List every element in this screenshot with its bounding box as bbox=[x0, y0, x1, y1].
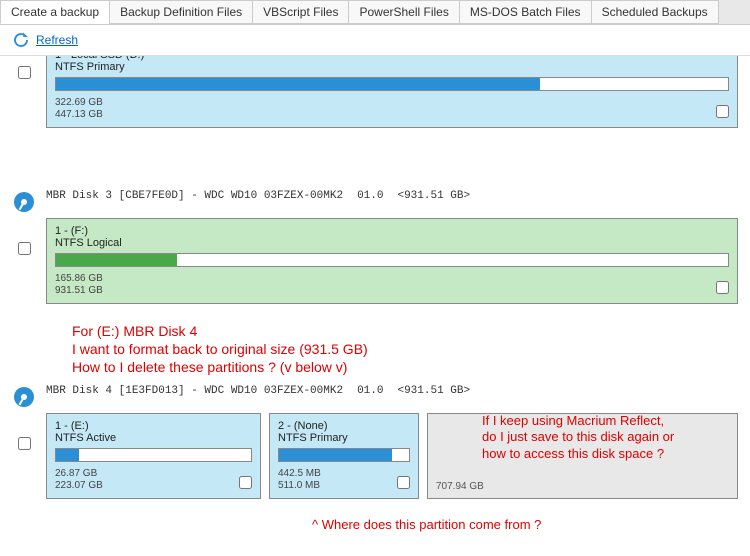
disk4-part1-checkbox[interactable] bbox=[239, 476, 252, 489]
disk4-partition-2[interactable]: 2 - (None) NTFS Primary 442.5 MB 511.0 M… bbox=[269, 413, 419, 499]
free-space-size: 707.94 GB bbox=[436, 481, 484, 492]
partition-label: 2 - (None) bbox=[278, 420, 410, 432]
tab-vbscript[interactable]: VBScript Files bbox=[252, 0, 349, 24]
disk3-part1-checkbox[interactable] bbox=[716, 281, 729, 294]
disk-panel-area: 1 - Local SSD (D:) NTFS Primary 322.69 G… bbox=[0, 56, 750, 556]
tab-scheduled[interactable]: Scheduled Backups bbox=[591, 0, 719, 24]
partition-fs: NTFS Logical bbox=[55, 237, 729, 249]
disk-block-2: 1 - Local SSD (D:) NTFS Primary 322.69 G… bbox=[12, 56, 738, 128]
partition-fs: NTFS Active bbox=[55, 432, 252, 444]
disk3-partition-1[interactable]: 1 - (F:) NTFS Logical 165.86 GB 931.51 G… bbox=[46, 218, 738, 304]
disk3-checkbox[interactable] bbox=[18, 242, 31, 255]
disk-block-3: MBR Disk 3 [CBE7FE0D] - WDC WD10 03FZEX-… bbox=[12, 186, 738, 304]
disk-block-4: MBR Disk 4 [1E3FD013] - WDC WD10 03FZEX-… bbox=[12, 381, 738, 499]
annotation-partition-question: ^ Where does this partition come from ? bbox=[312, 517, 738, 532]
disk3-title: MBR Disk 3 [CBE7FE0D] - WDC WD10 03FZEX-… bbox=[46, 190, 470, 202]
annotation-right-box: If I keep using Macrium Reflect, do I ju… bbox=[482, 413, 732, 464]
toolbar: Refresh bbox=[0, 25, 750, 56]
refresh-icon[interactable] bbox=[12, 31, 30, 49]
partition-sizes: 442.5 MB 511.0 MB bbox=[278, 468, 410, 492]
annotation-disk4-text: For (E:) MBR Disk 4 I want to format bac… bbox=[72, 322, 738, 377]
disk2-checkbox[interactable] bbox=[18, 66, 31, 79]
refresh-link[interactable]: Refresh bbox=[36, 33, 78, 47]
tab-msdos-batch[interactable]: MS-DOS Batch Files bbox=[459, 0, 592, 24]
disk4-checkbox[interactable] bbox=[18, 437, 31, 450]
partition-fs: NTFS Primary bbox=[55, 61, 729, 73]
tab-powershell[interactable]: PowerShell Files bbox=[348, 0, 459, 24]
disk2-partition-1[interactable]: 1 - Local SSD (D:) NTFS Primary 322.69 G… bbox=[46, 56, 738, 128]
usage-bar bbox=[55, 448, 252, 462]
tab-backup-definition[interactable]: Backup Definition Files bbox=[109, 0, 253, 24]
partition-sizes: 26.87 GB 223.07 GB bbox=[55, 468, 252, 492]
disk-icon bbox=[12, 190, 36, 214]
partition-label: 1 - (E:) bbox=[55, 420, 252, 432]
disk4-partition-1[interactable]: 1 - (E:) NTFS Active 26.87 GB 223.07 GB bbox=[46, 413, 261, 499]
partition-label: 1 - (F:) bbox=[55, 225, 729, 237]
disk4-title: MBR Disk 4 [1E3FD013] - WDC WD10 03FZEX-… bbox=[46, 385, 470, 397]
tab-bar: Create a backup Backup Definition Files … bbox=[0, 0, 750, 25]
partition-fs: NTFS Primary bbox=[278, 432, 410, 444]
usage-bar bbox=[278, 448, 410, 462]
disk-icon bbox=[12, 385, 36, 409]
partition-sizes: 165.86 GB 931.51 GB bbox=[55, 273, 729, 297]
usage-bar bbox=[55, 77, 729, 91]
usage-bar bbox=[55, 253, 729, 267]
tab-create-backup[interactable]: Create a backup bbox=[0, 0, 110, 24]
partition-sizes: 322.69 GB 447.13 GB bbox=[55, 97, 729, 121]
disk2-part1-checkbox[interactable] bbox=[716, 105, 729, 118]
disk4-part2-checkbox[interactable] bbox=[397, 476, 410, 489]
